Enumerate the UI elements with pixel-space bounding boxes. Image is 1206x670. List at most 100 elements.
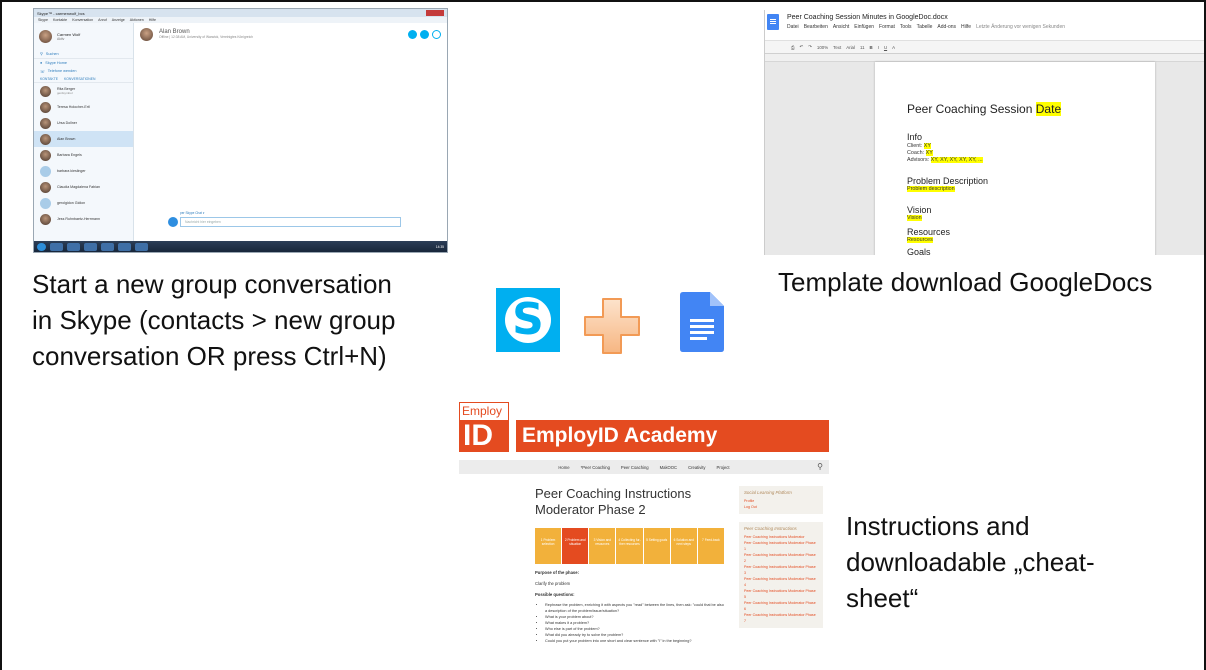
client-line: Client: XY	[907, 143, 931, 149]
tab-contacts[interactable]: KONTAKTE	[40, 77, 58, 81]
site-banner[interactable]: EmployID Academy	[516, 420, 829, 452]
skype-menu-item[interactable]: Hilfe	[149, 18, 156, 22]
contact-item[interactable]: Teresa Holocher-Ertl	[34, 99, 133, 115]
style-select[interactable]: Text	[833, 45, 841, 50]
print-icon[interactable]: ⎙	[791, 45, 795, 50]
window-close-button[interactable]	[426, 10, 444, 16]
docs-menu-item[interactable]: Format	[879, 24, 895, 30]
message-input[interactable]: Nachricht hier eingeben	[180, 217, 401, 227]
nav-item[interactable]: Peer Coaching	[621, 465, 649, 470]
nav-item[interactable]: Project	[717, 465, 730, 470]
taskbar-app-icon[interactable]	[118, 242, 131, 251]
avatar	[40, 85, 51, 97]
contact-item[interactable]: Jess Ruhnbaetz-Herrmann	[34, 211, 133, 227]
docs-menu-item[interactable]: Datei	[787, 24, 799, 30]
font-size-select[interactable]: 11	[860, 45, 865, 50]
skype-profile[interactable]: Carmen Wolf Aktiv	[34, 23, 133, 49]
undo-icon[interactable]: ↶	[800, 44, 804, 50]
italic-button[interactable]: I	[878, 45, 879, 50]
taskbar-app-icon[interactable]	[50, 242, 63, 251]
skype-caption: Start a new group conversation in Skype …	[32, 266, 395, 374]
docs-menu-item[interactable]: Einfügen	[854, 24, 874, 30]
plus-icon	[584, 298, 640, 354]
skype-menu-item[interactable]: Kontakte	[53, 18, 67, 22]
docs-menu-item[interactable]: Tabelle	[917, 24, 933, 30]
phase-step[interactable]: 4 Collecting fur-ther resources	[616, 528, 644, 564]
search-icon[interactable]: ⚲	[817, 462, 823, 471]
phase-step-active[interactable]: 2 Problem and situation	[562, 528, 590, 564]
sidebar-link[interactable]: Peer Coaching Instructions Moderator Pha…	[744, 612, 818, 624]
contact-item[interactable]: Claudia Magdalena Fabian	[34, 179, 133, 195]
resources-line: Resources	[907, 237, 933, 243]
bold-button[interactable]: B	[870, 45, 873, 50]
phase-step[interactable]: 3 Vision and resources	[589, 528, 617, 564]
caption-line: downloadable „cheat-	[846, 547, 1095, 577]
attach-icon[interactable]	[168, 217, 178, 227]
call-icon[interactable]	[420, 29, 429, 39]
phase-step[interactable]: 5 Setting goals	[643, 528, 671, 564]
contact-name: Claudia Magdalena Fabian	[57, 185, 100, 189]
taskbar-app-icon[interactable]	[67, 242, 80, 251]
docs-menu-item[interactable]: Hilfe	[961, 24, 971, 30]
sidebar-link[interactable]: Peer Coaching Instructions Moderator Pha…	[744, 540, 818, 552]
taskbar-clock: 14:35	[435, 244, 444, 249]
docs-menu-item[interactable]: Add-ons	[937, 24, 956, 30]
contact-item[interactable]: barbara kieslinger	[34, 163, 133, 179]
docs-menu-item[interactable]: Ansicht	[833, 24, 849, 30]
skype-menu-item[interactable]: Aktionen	[130, 18, 144, 22]
sidebar-link[interactable]: Peer Coaching Instructions Moderator Pha…	[744, 576, 818, 588]
sidebar-link[interactable]: Peer Coaching Instructions Moderator Pha…	[744, 552, 818, 564]
taskbar-app-icon[interactable]	[84, 242, 97, 251]
nav-item[interactable]: Creativity	[688, 465, 705, 470]
questions-list: Rephrase the problem, enriching it with …	[535, 602, 725, 644]
video-call-icon[interactable]	[408, 29, 417, 39]
input-hint[interactable]: per Skype Chat ▾	[180, 211, 204, 215]
docs-icon[interactable]	[767, 14, 779, 30]
contact-name: Alan Brown	[57, 137, 76, 141]
font-select[interactable]: Arial	[846, 45, 855, 50]
nav-item[interactable]: *Peer Coaching	[581, 465, 610, 470]
employid-logo[interactable]: Employ ID	[459, 402, 509, 452]
contact-item[interactable]: gerolgidon Gidion	[34, 195, 133, 211]
nav-item[interactable]: MakOOC	[660, 465, 677, 470]
skype-taskbar-icon[interactable]	[135, 242, 148, 251]
tab-conversations[interactable]: KONVERSATIONEN	[64, 77, 95, 81]
skype-titlebar: Skype™ - carmenwolf_bcs	[34, 9, 447, 17]
last-edit-status[interactable]: Letzte Änderung vor wenigen Sekunden	[976, 24, 1065, 30]
skype-home-link[interactable]: ● Skype Home	[34, 59, 133, 67]
document-title[interactable]: Peer Coaching Session Minutes in GoogleD…	[787, 14, 948, 21]
taskbar-app-icon[interactable]	[101, 242, 114, 251]
docs-menu-item[interactable]: Bearbeiten	[804, 24, 828, 30]
skype-menu-item[interactable]: Anruf	[98, 18, 107, 22]
sidebar-link[interactable]: Peer Coaching Instructions Moderator Pha…	[744, 564, 818, 576]
skype-phone-link[interactable]: ☏ Telefone wenden	[34, 67, 133, 75]
text-color-button[interactable]: A	[892, 45, 895, 50]
docs-menu-item[interactable]: Tools	[900, 24, 912, 30]
skype-menu-item[interactable]: Anzeige	[112, 18, 125, 22]
phase-step[interactable]: 7 Feed-back	[697, 528, 725, 564]
add-people-icon[interactable]	[432, 29, 441, 39]
document-page[interactable]: Peer Coaching Session Date Info Client: …	[875, 62, 1155, 255]
start-icon[interactable]	[37, 242, 46, 251]
ruler[interactable]	[765, 54, 1204, 62]
docs-toolbar: ⎙ ↶ ↷ 100% Text Arial 11 B I U A	[765, 40, 1204, 54]
sidebar-link[interactable]: Log Out	[744, 504, 818, 510]
doc-title: Peer Coaching Session	[907, 102, 1033, 116]
sidebar-link[interactable]: Peer Coaching Instructions Moderator Pha…	[744, 588, 818, 600]
coach-label: Coach:	[907, 150, 925, 156]
contact-item[interactable]: Ursa Dollner	[34, 115, 133, 131]
skype-menu-item[interactable]: Skype	[38, 18, 48, 22]
nav-home[interactable]: Home	[558, 465, 569, 470]
underline-button[interactable]: U	[884, 45, 887, 50]
phase-step[interactable]: 1 Problem selection	[535, 528, 563, 564]
contact-item[interactable]: Rita Berger gerdsymbol	[34, 83, 133, 99]
contact-item[interactable]: Barbara Engels	[34, 147, 133, 163]
skype-menu-item[interactable]: Konversation	[72, 18, 93, 22]
skype-search[interactable]: ⚲ Suchen	[34, 49, 133, 59]
contact-name: Jess Ruhnbaetz-Herrmann	[57, 217, 100, 221]
redo-icon[interactable]: ↷	[808, 44, 812, 50]
contact-item-selected[interactable]: Alan Brown	[34, 131, 133, 147]
sidebar-link[interactable]: Peer Coaching Instructions Moderator Pha…	[744, 600, 818, 612]
zoom-select[interactable]: 100%	[817, 45, 828, 50]
phase-step[interactable]: 6 Solution and next steps	[670, 528, 698, 564]
